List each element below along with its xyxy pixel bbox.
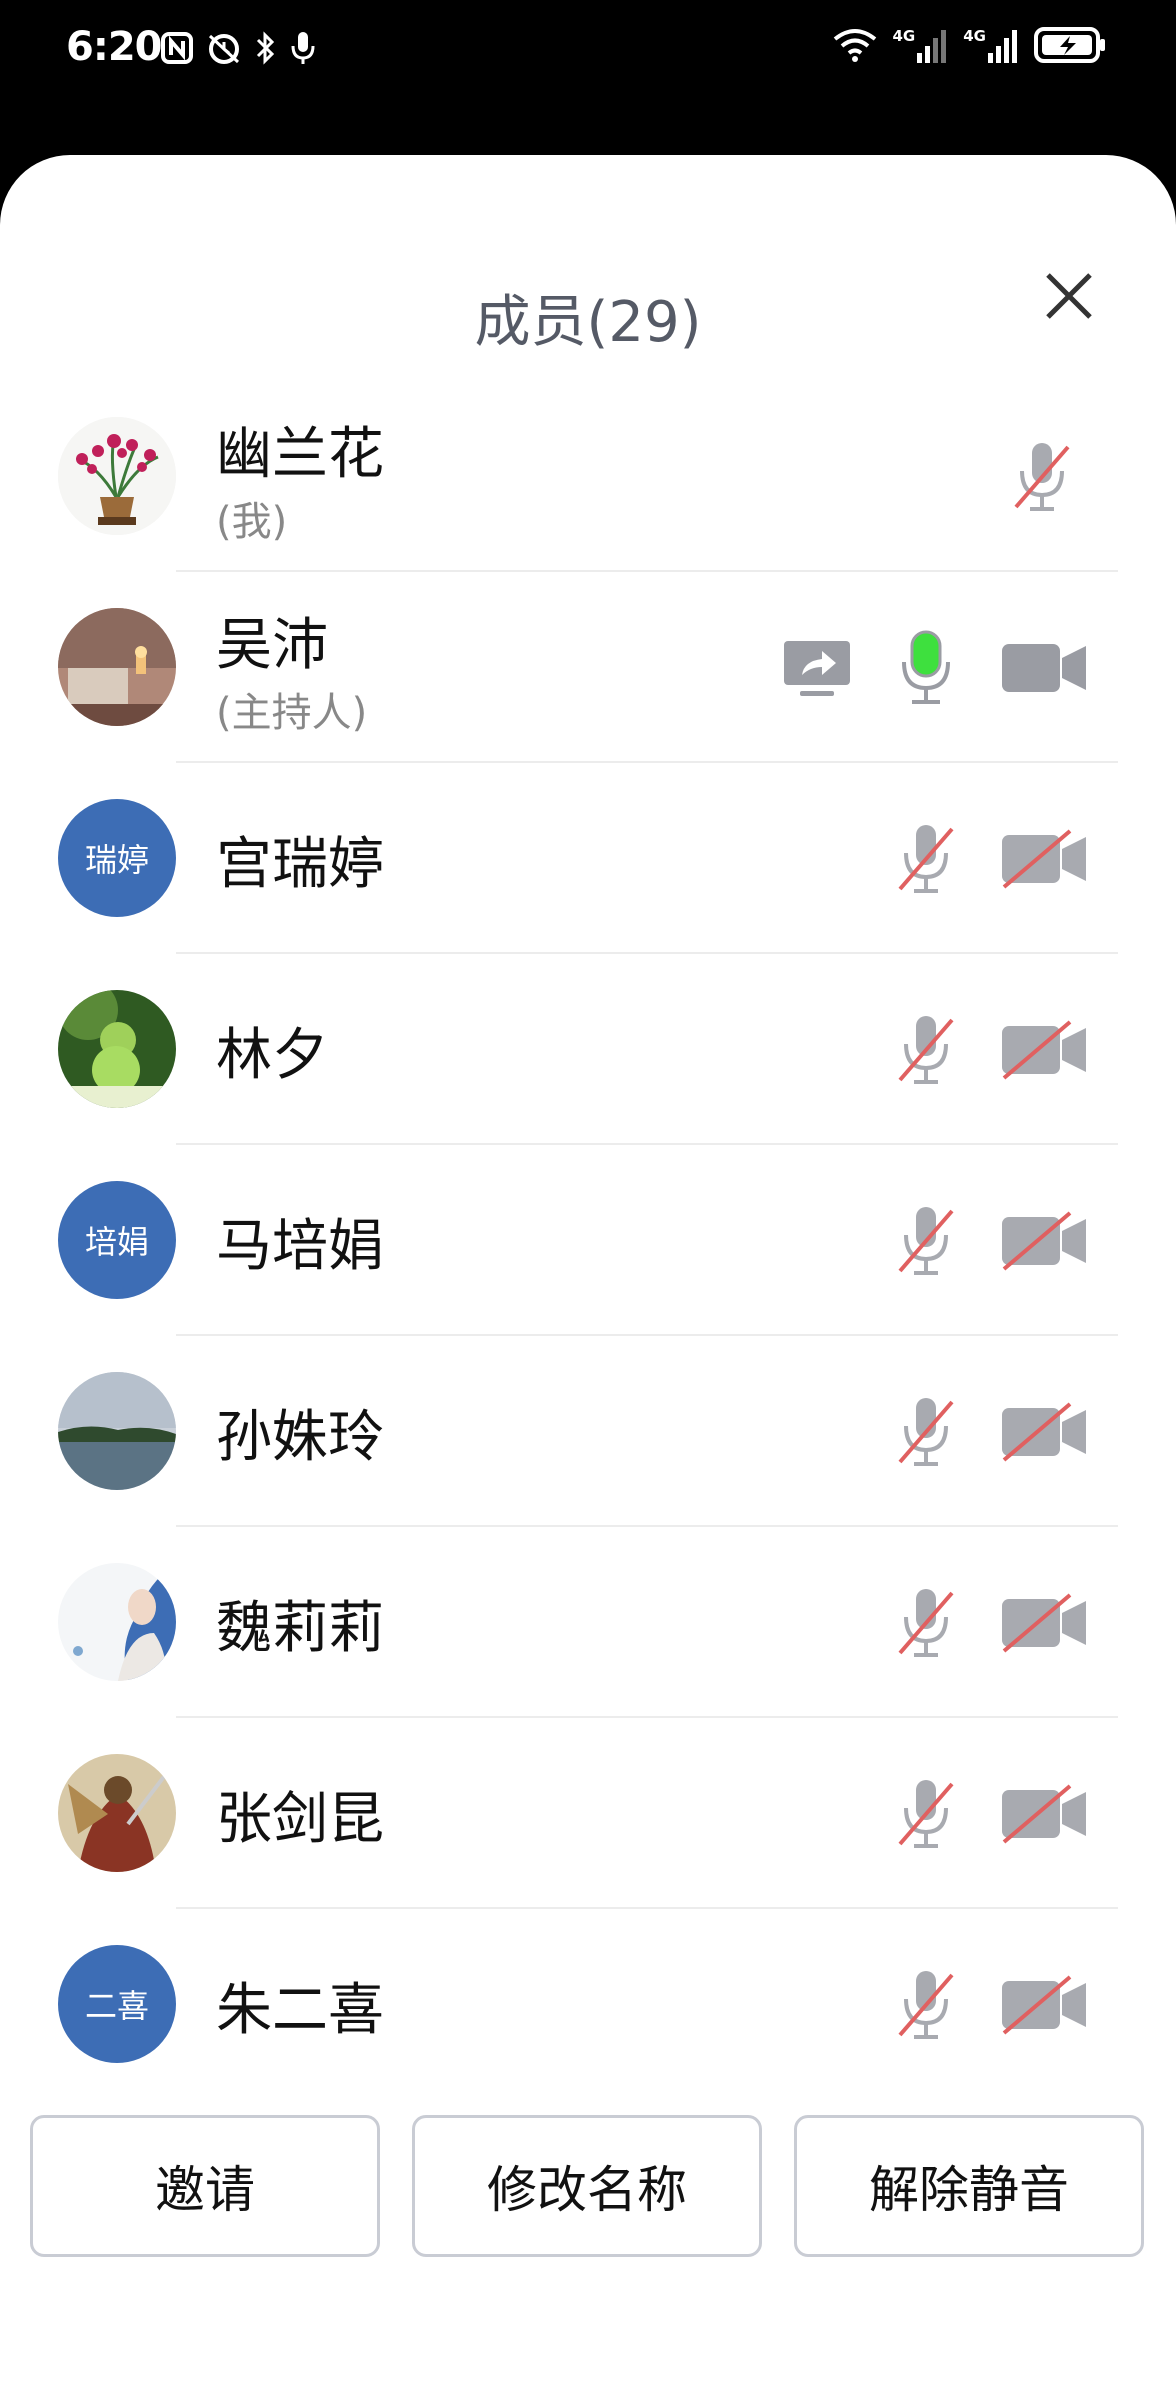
camera-off-icon — [1002, 1592, 1086, 1653]
list-item[interactable]: 魏莉莉 — [0, 1527, 1176, 1718]
list-item[interactable]: 孙姝玲 — [0, 1336, 1176, 1527]
footer-actions: 邀请 修改名称 解除静音 — [0, 2115, 1176, 2263]
member-name: 吴沛 — [216, 613, 328, 678]
nfc-icon — [161, 32, 193, 64]
alarm-icon — [208, 34, 240, 64]
battery-charging-icon — [1034, 27, 1105, 63]
mic-muted-button[interactable] — [896, 763, 956, 954]
member-name: 朱二喜 — [216, 1978, 384, 2043]
member-name: 孙姝玲 — [216, 1405, 384, 1470]
member-name: 张剑昆 — [216, 1787, 384, 1852]
signal-label: 4G — [963, 27, 986, 45]
avatar — [58, 608, 176, 726]
camera-off-button[interactable] — [1000, 1527, 1090, 1718]
avatar — [58, 417, 176, 535]
rename-button[interactable]: 修改名称 — [412, 2115, 762, 2257]
avatar: 二喜 — [58, 1945, 176, 2063]
avatar — [58, 990, 176, 1108]
list-item[interactable]: 吴沛 (主持人) — [0, 572, 1176, 763]
close-icon — [1046, 273, 1092, 319]
mic-muted-button[interactable] — [896, 954, 956, 1145]
signal-4g-icon: 4G — [963, 27, 1018, 63]
screen-share-button[interactable] — [782, 572, 852, 763]
mic-muted-button[interactable] — [1012, 381, 1072, 572]
avatar — [58, 1754, 176, 1872]
mic-muted-button[interactable] — [896, 1145, 956, 1336]
mic-active-button[interactable] — [896, 572, 956, 763]
close-button[interactable] — [1040, 267, 1098, 325]
page-title: 成员(29) — [474, 290, 702, 355]
mic-muted-icon — [898, 824, 954, 893]
camera-off-icon — [1002, 1783, 1086, 1844]
wifi-icon — [833, 29, 876, 62]
camera-off-button[interactable] — [1000, 1718, 1090, 1909]
mic-muted-icon — [898, 1970, 954, 2039]
status-bar: 6:20 4G 4G — [0, 0, 1176, 150]
camera-on-button[interactable] — [1000, 572, 1090, 763]
screen-share-icon — [784, 640, 850, 696]
member-name: 魏莉莉 — [216, 1596, 384, 1661]
avatar: 瑞婷 — [58, 799, 176, 917]
mic-active-icon — [902, 630, 950, 704]
camera-off-button[interactable] — [1000, 954, 1090, 1145]
bluetooth-icon — [256, 31, 275, 65]
members-sheet: 成员(29) 幽兰花 (我) 吴沛 (主持人) 瑞婷 宫瑞婷 林夕 培娟 马培娟… — [0, 155, 1176, 2400]
camera-icon — [1002, 643, 1086, 692]
mic-muted-button[interactable] — [896, 1336, 956, 1527]
mic-muted-icon — [898, 1206, 954, 1275]
member-name: 林夕 — [216, 1023, 328, 1088]
status-time: 6:20 — [66, 24, 162, 70]
list-item[interactable]: 林夕 — [0, 954, 1176, 1145]
camera-off-button[interactable] — [1000, 1336, 1090, 1527]
avatar: 培娟 — [58, 1181, 176, 1299]
mic-muted-button[interactable] — [896, 1718, 956, 1909]
list-item[interactable]: 瑞婷 宫瑞婷 — [0, 763, 1176, 954]
camera-off-icon — [1002, 828, 1086, 889]
camera-off-button[interactable] — [1000, 1145, 1090, 1336]
member-name: 宫瑞婷 — [216, 832, 384, 897]
member-name: 马培娟 — [216, 1214, 384, 1279]
signal-label: 4G — [892, 27, 916, 45]
camera-off-button[interactable] — [1000, 1909, 1090, 2100]
member-name: 幽兰花 — [216, 422, 384, 487]
camera-off-icon — [1002, 1019, 1086, 1080]
invite-button[interactable]: 邀请 — [30, 2115, 380, 2257]
microphone-icon — [291, 32, 315, 64]
member-list[interactable]: 幽兰花 (我) 吴沛 (主持人) 瑞婷 宫瑞婷 林夕 培娟 马培娟 孙姝玲 魏莉… — [0, 381, 1176, 2213]
mic-muted-button[interactable] — [896, 1909, 956, 2100]
mic-muted-icon — [898, 1015, 954, 1084]
avatar — [58, 1372, 176, 1490]
member-role: (主持人) — [216, 690, 368, 736]
unmute-all-button[interactable]: 解除静音 — [794, 2115, 1144, 2257]
list-item[interactable]: 幽兰花 (我) — [0, 381, 1176, 572]
avatar — [58, 1563, 176, 1681]
member-role: (我) — [216, 499, 288, 545]
camera-off-icon — [1002, 1974, 1086, 2035]
camera-off-button[interactable] — [1000, 763, 1090, 954]
mic-muted-icon — [898, 1397, 954, 1466]
mic-muted-button[interactable] — [896, 1527, 956, 1718]
camera-off-icon — [1002, 1401, 1086, 1462]
signal-4g-icon: 4G — [893, 27, 948, 63]
mic-muted-icon — [898, 1779, 954, 1848]
mic-muted-icon — [1014, 442, 1070, 511]
list-item[interactable]: 张剑昆 — [0, 1718, 1176, 1909]
mic-muted-icon — [898, 1588, 954, 1657]
camera-off-icon — [1002, 1210, 1086, 1271]
list-item[interactable]: 培娟 马培娟 — [0, 1145, 1176, 1336]
list-item[interactable]: 二喜 朱二喜 — [0, 1909, 1176, 2100]
